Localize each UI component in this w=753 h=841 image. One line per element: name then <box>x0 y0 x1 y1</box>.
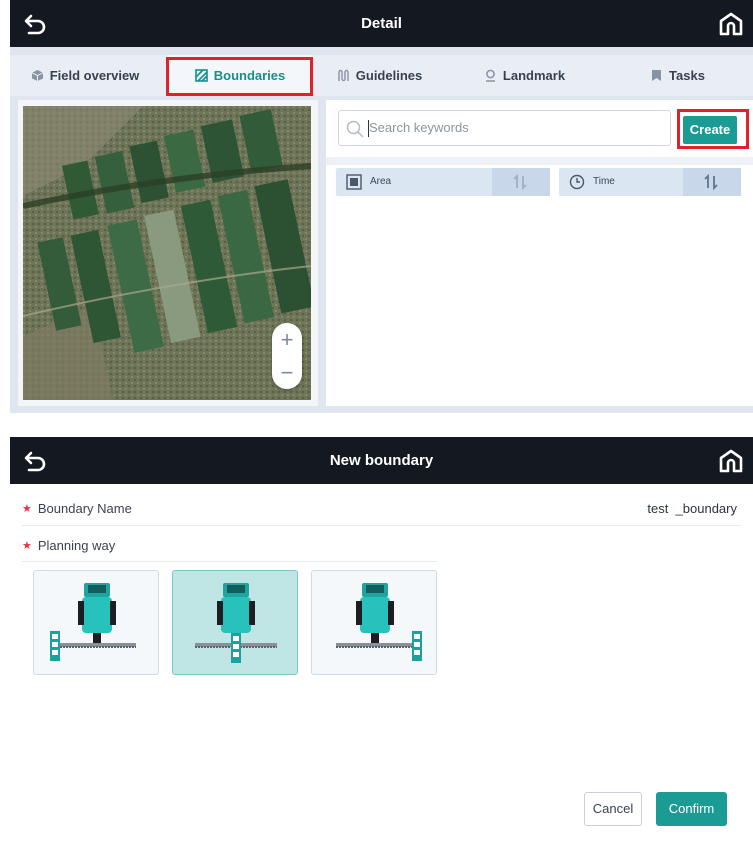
zoom-control: + − <box>272 323 302 389</box>
tab-landmark[interactable]: Landmark <box>447 55 602 96</box>
create-button[interactable]: Create <box>683 116 737 144</box>
planning-way-label: Planning way <box>37 538 116 553</box>
search-placeholder: Search keywords <box>369 120 469 135</box>
tab-bar: Field overview Boundaries Guidelines Lan… <box>10 55 753 96</box>
boundary-name-row: ★ Boundary Name <box>22 501 132 516</box>
cube-icon <box>31 70 43 81</box>
row-divider <box>22 561 437 562</box>
flag-icon <box>652 70 662 81</box>
tab-field-overview[interactable]: Field overview <box>10 55 160 96</box>
tab-boundaries[interactable]: Boundaries <box>168 55 312 96</box>
tab-tasks[interactable]: Tasks <box>602 55 753 96</box>
home-icon[interactable] <box>717 447 745 475</box>
title-bar: Detail <box>10 0 753 47</box>
sort-by-time[interactable]: Time <box>559 168 741 196</box>
required-star: ★ <box>22 540 32 552</box>
zoom-out-button[interactable]: − <box>272 356 302 389</box>
tractor-right-implement-icon <box>336 583 422 661</box>
page-title: Detail <box>361 15 402 32</box>
tractor-left-implement-icon <box>50 583 136 661</box>
planning-option-right[interactable] <box>311 570 437 675</box>
title-bar: New boundary <box>10 437 753 484</box>
guidelines-icon <box>338 69 349 82</box>
planning-way-row: ★ Planning way <box>22 538 115 553</box>
sort-arrows-icon <box>704 174 718 190</box>
detail-screen: Detail Field overview Boundaries Guideli… <box>10 0 753 413</box>
pin-icon <box>485 69 495 82</box>
sort-arrows-icon <box>513 174 527 190</box>
row-divider <box>22 525 741 526</box>
page-title: New boundary <box>329 452 434 469</box>
satellite-imagery <box>23 106 311 400</box>
search-icon <box>346 120 364 138</box>
tab-label: Field overview <box>49 68 140 83</box>
required-star: ★ <box>22 503 32 515</box>
search-input[interactable]: Search keywords <box>338 110 671 146</box>
area-icon <box>346 174 362 190</box>
tab-label: Boundaries <box>213 68 286 83</box>
sort-label: Area <box>370 176 392 187</box>
boundary-hatch-icon <box>194 69 208 82</box>
cancel-button[interactable]: Cancel <box>584 792 642 826</box>
tab-label: Landmark <box>502 68 566 83</box>
satellite-map[interactable] <box>23 106 311 400</box>
home-icon[interactable] <box>717 10 745 38</box>
clock-icon <box>569 174 585 190</box>
sort-by-area[interactable]: Area <box>336 168 550 196</box>
sort-toggle[interactable] <box>683 168 741 196</box>
tab-guidelines[interactable]: Guidelines <box>312 55 447 96</box>
confirm-button[interactable]: Confirm <box>656 792 727 826</box>
boundary-name-label: Boundary Name <box>37 501 132 516</box>
boundary-name-input[interactable]: test _boundary <box>647 501 737 516</box>
sort-bar-divider <box>326 157 753 165</box>
tab-label: Guidelines <box>355 68 423 83</box>
zoom-in-button[interactable]: + <box>272 323 302 356</box>
sort-toggle[interactable] <box>492 168 550 196</box>
sort-label: Time <box>593 176 615 187</box>
tractor-center-implement-icon <box>195 583 277 663</box>
planning-option-center[interactable] <box>172 570 298 675</box>
planning-option-left[interactable] <box>33 570 159 675</box>
tab-label: Tasks <box>669 68 705 83</box>
